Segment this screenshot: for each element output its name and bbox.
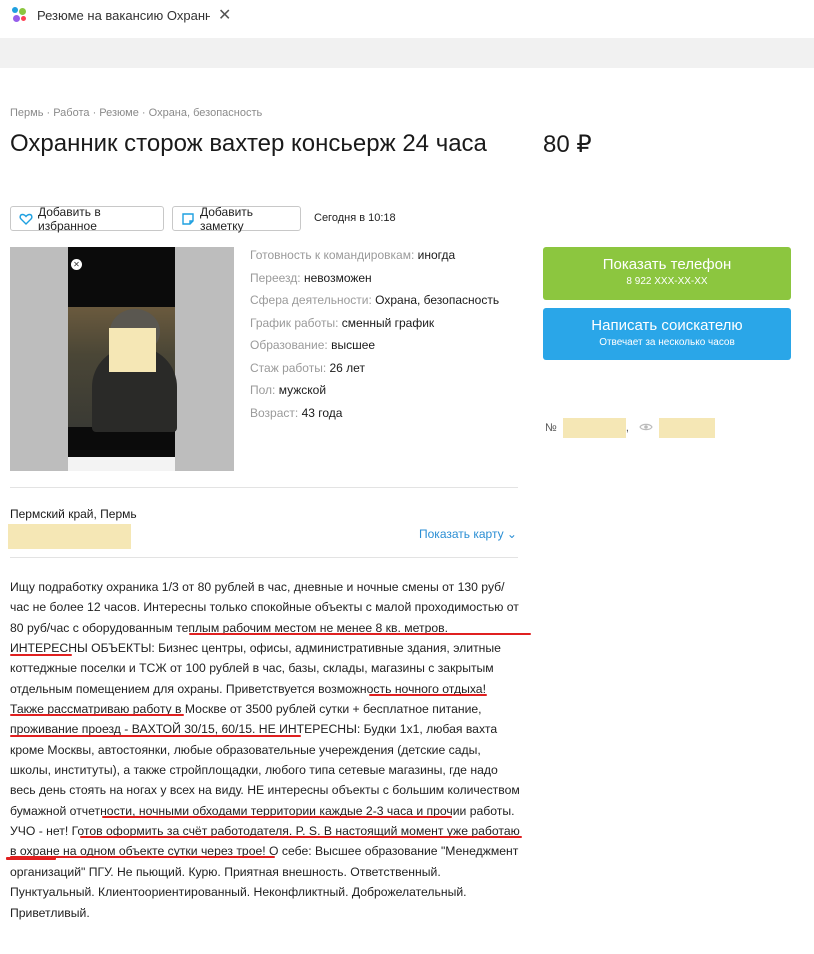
divider	[10, 557, 518, 558]
note-icon	[181, 212, 195, 226]
response-time: Отвечает за несколько часов	[599, 337, 735, 348]
write-message-label: Написать соискателю	[591, 317, 743, 334]
red-underline	[189, 633, 531, 635]
show-phone-label: Показать телефон	[602, 256, 732, 273]
param-row: Сфера деятельности: Охрана, безопасность	[250, 291, 499, 314]
show-map-link[interactable]: Показать карту ⌄	[419, 527, 517, 541]
param-key: Готовность к командировкам:	[250, 248, 415, 262]
browser-tab[interactable]: Резюме на вакансию Охранник ✕	[0, 0, 240, 32]
param-value: высшее	[331, 338, 376, 352]
param-value: сменный график	[341, 315, 435, 330]
price: 80 ₽	[543, 131, 592, 158]
add-to-favorites-label: Добавить в избранное	[38, 204, 101, 233]
browser-toolbar	[0, 38, 814, 68]
views-eye-icon	[639, 421, 653, 435]
listing-number-prefix: №	[545, 422, 557, 434]
red-underline	[10, 654, 72, 656]
add-note-label: Добавить заметку	[200, 204, 254, 233]
avito-favicon-icon	[12, 7, 28, 23]
red-underline	[102, 816, 452, 818]
red-underline	[6, 857, 56, 860]
red-underline	[10, 714, 184, 716]
add-note-button[interactable]: Добавить заметку	[172, 204, 301, 233]
param-key: Стаж работы:	[250, 360, 327, 375]
red-underline	[80, 836, 522, 838]
phone-masked: 8 922 XXX-XX-XX	[626, 276, 708, 287]
resume-photo[interactable]: ✕	[10, 247, 234, 471]
write-message-button[interactable]: Написать соискателю Отвечает за нескольк…	[543, 308, 791, 360]
param-row: Пол: мужской	[250, 381, 499, 404]
param-value: мужской	[278, 383, 327, 397]
close-icon: ✕	[71, 259, 82, 270]
param-value: невозможен	[303, 270, 372, 285]
param-value: 26 лет	[329, 360, 365, 375]
param-value: иногда	[417, 248, 456, 262]
chevron-down-icon: ⌄	[506, 527, 517, 541]
param-key: Образование:	[250, 338, 328, 352]
page-title: Охранник сторож вахтер консьерж 24 часа	[10, 130, 487, 157]
listing-meta: № ,	[545, 418, 715, 438]
show-map-label: Показать карту	[419, 527, 504, 541]
param-row: Возраст: 43 года	[250, 404, 499, 427]
param-key: График работы:	[250, 315, 339, 330]
param-value: Охрана, безопасность	[375, 293, 500, 307]
publish-date: Сегодня в 10:18	[314, 212, 396, 224]
param-row: График работы: сменный график	[250, 314, 499, 337]
param-key: Переезд:	[250, 270, 301, 285]
add-to-favorites-button[interactable]: Добавить в избранное	[10, 204, 164, 233]
close-icon[interactable]: ✕	[218, 5, 231, 25]
face-redaction	[109, 328, 156, 372]
address-redaction	[8, 524, 131, 549]
param-key: Сфера деятельности:	[250, 293, 372, 307]
param-row: Готовность к командировкам: иногда	[250, 246, 499, 269]
location-region: Пермский край, Пермь	[10, 507, 137, 521]
browser-tab-title: Резюме на вакансию Охранник	[37, 8, 210, 23]
param-row: Переезд: невозможен	[250, 269, 499, 292]
heart-icon	[19, 212, 33, 226]
show-phone-button[interactable]: Показать телефон 8 922 XXX-XX-XX	[543, 247, 791, 300]
param-row: Образование: высшее	[250, 336, 499, 359]
resume-params: Готовность к командировкам: иногда Переез…	[250, 246, 499, 426]
param-key: Возраст:	[250, 405, 299, 420]
param-key: Пол:	[250, 383, 276, 397]
listing-number-redaction	[562, 418, 626, 438]
resume-description: Ищу подработку охраника 1/3 от 80 рублей…	[10, 580, 520, 920]
browser-tab-strip: Резюме на вакансию Охранник ✕	[0, 0, 814, 38]
red-underline	[369, 694, 487, 696]
breadcrumb[interactable]: Пермь · Работа · Резюме · Охрана, безопа…	[10, 107, 262, 119]
views-count-redaction	[658, 418, 715, 438]
meta-separator: ,	[625, 422, 629, 434]
param-row: Стаж работы: 26 лет	[250, 359, 499, 382]
divider	[10, 487, 518, 488]
param-value: 43 года	[301, 405, 343, 420]
red-underline	[10, 735, 301, 737]
